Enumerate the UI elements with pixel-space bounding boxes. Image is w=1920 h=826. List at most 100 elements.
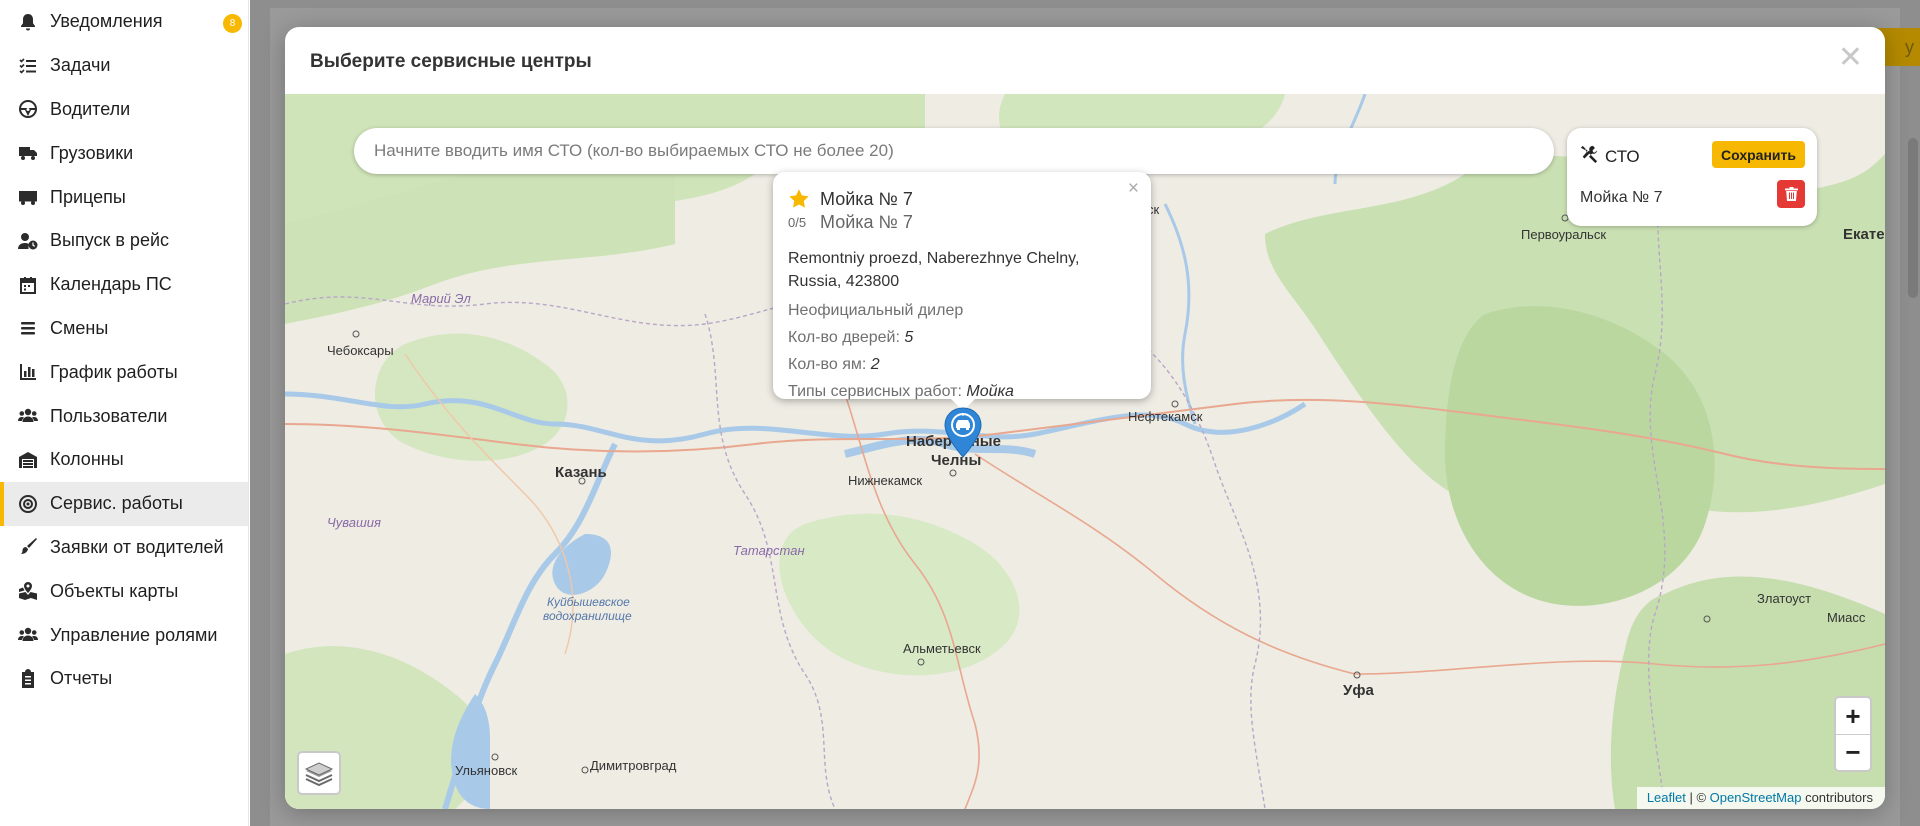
trailer-icon bbox=[16, 185, 40, 209]
map-label-city: Екатер bbox=[1843, 226, 1885, 243]
map-label-region: Татарстан bbox=[733, 543, 805, 558]
sto-panel-header: СТО bbox=[1580, 145, 1640, 168]
chart-icon bbox=[16, 360, 40, 384]
attribution-separator: | © bbox=[1685, 790, 1710, 805]
map-label-region: Марий Эл bbox=[411, 291, 471, 306]
sto-search-bar bbox=[354, 128, 1554, 174]
popup-sto-name-secondary: Мойка № 7 bbox=[820, 212, 913, 232]
sto-map-marker-icon[interactable] bbox=[943, 407, 983, 459]
popup-pits-value: 2 bbox=[870, 356, 880, 373]
sidebar-item-calendar[interactable]: Календарь ПС bbox=[0, 263, 248, 307]
popup-sto-name: Мойка № 7 bbox=[820, 188, 913, 209]
zoom-out-button[interactable]: − bbox=[1836, 734, 1870, 770]
sidebar-item-notifications[interactable]: Уведомления 8 bbox=[0, 0, 248, 44]
map-label-water: водохранилище bbox=[543, 609, 632, 623]
steering-wheel-icon bbox=[16, 97, 40, 121]
popup-doors-label: Кол-во дверей: bbox=[788, 329, 900, 346]
sidebar-item-reports[interactable]: Отчеты bbox=[0, 657, 248, 701]
user-clock-icon bbox=[16, 229, 40, 253]
warehouse-icon bbox=[16, 448, 40, 472]
selected-sto-panel: СТО Сохранить Мойка № 7 bbox=[1567, 128, 1817, 226]
sidebar-item-label: Календарь ПС bbox=[50, 274, 172, 295]
save-button[interactable]: Сохранить bbox=[1712, 141, 1805, 168]
users-icon bbox=[16, 404, 40, 428]
map-label-city: Нефтекамск bbox=[1128, 409, 1203, 424]
sidebar-item-label: Отчеты bbox=[50, 668, 113, 689]
map-label-city: Чебоксары bbox=[327, 343, 394, 358]
sidebar-item-label: Заявки от водителей bbox=[50, 536, 224, 557]
zoom-control: + − bbox=[1834, 696, 1872, 772]
bell-icon bbox=[16, 10, 40, 34]
modal-close-button[interactable]: ✕ bbox=[1838, 43, 1863, 73]
sidebar-item-label: Объекты карты bbox=[50, 580, 179, 601]
zoom-in-button[interactable]: + bbox=[1836, 698, 1870, 734]
sidebar-item-trailers[interactable]: Прицепы bbox=[0, 175, 248, 219]
map-label-city: Димитровград bbox=[590, 758, 677, 773]
map-label-city: Нижнекамск bbox=[848, 473, 923, 488]
layers-icon bbox=[304, 762, 334, 787]
sidebar-item-columns[interactable]: Колонны bbox=[0, 438, 248, 482]
map-label-city: Уфа bbox=[1343, 682, 1374, 699]
popup-dealer: Неофициальный дилер bbox=[788, 302, 964, 319]
sidebar-item-label: Управление ролями bbox=[50, 624, 218, 645]
sidebar-item-driver-requests[interactable]: Заявки от водителей bbox=[0, 526, 248, 570]
popup-types-value: Мойка bbox=[966, 383, 1014, 400]
sidebar-item-service-works[interactable]: Сервис. работы bbox=[0, 481, 248, 526]
map-label-city: Ульяновск bbox=[455, 763, 518, 778]
modal-header: Выберите сервисные центры ✕ bbox=[285, 27, 1885, 94]
sidebar-item-schedule[interactable]: График работы bbox=[0, 350, 248, 394]
sidebar-item-label: Выпуск в рейс bbox=[50, 230, 170, 251]
map-label-city: Миасс bbox=[1827, 610, 1866, 625]
sidebar-item-label: Сервис. работы bbox=[50, 493, 183, 514]
sidebar-item-trucks[interactable]: Грузовики bbox=[0, 131, 248, 175]
selected-sto-item: Мойка № 7 bbox=[1580, 189, 1663, 206]
sidebar-item-label: Пользователи bbox=[50, 405, 168, 426]
popup-service-types: Типы сервисных работ: Мойка bbox=[788, 383, 1136, 401]
modal-title: Выберите сервисные центры bbox=[310, 51, 592, 72]
openstreetmap-link[interactable]: OpenStreetMap bbox=[1710, 790, 1802, 805]
sidebar-item-label: Уведомления bbox=[50, 11, 163, 32]
sidebar-item-label: Колонны bbox=[50, 449, 124, 470]
scrollbar bbox=[1908, 138, 1918, 298]
map-label-city: Казань bbox=[555, 464, 607, 481]
map-label-water: Куйбышевское bbox=[547, 595, 630, 609]
sidebar-item-label: Прицепы bbox=[50, 186, 126, 207]
brush-icon bbox=[16, 535, 40, 559]
trash-icon bbox=[1784, 187, 1798, 201]
users-cog-icon bbox=[16, 623, 40, 647]
sto-panel-title: СТО bbox=[1605, 146, 1640, 166]
list-icon bbox=[16, 316, 40, 340]
truck-icon bbox=[16, 141, 40, 165]
popup-address: Remontniy proezd, Naberezhnye Chelny, Ru… bbox=[788, 250, 1080, 290]
sidebar-item-label: Смены bbox=[50, 317, 109, 338]
map[interactable]: Чебоксары Казань Набережные Челны Нижнек… bbox=[285, 94, 1885, 809]
sto-search-input[interactable] bbox=[374, 141, 1534, 161]
popup-pits: Кол-во ям: 2 bbox=[788, 356, 1136, 374]
sidebar-item-departure[interactable]: Выпуск в рейс bbox=[0, 219, 248, 263]
map-label-city: Златоуст bbox=[1757, 591, 1812, 606]
tools-icon bbox=[1580, 145, 1605, 168]
sidebar-item-roles[interactable]: Управление ролями bbox=[0, 613, 248, 657]
popup-close-button[interactable]: × bbox=[1128, 178, 1139, 200]
sidebar-item-drivers[interactable]: Водители bbox=[0, 88, 248, 132]
popup-doors-value: 5 bbox=[904, 329, 914, 346]
select-service-centers-modal: Выберите сервисные центры ✕ Чебоксары Ка… bbox=[285, 27, 1885, 809]
calendar-icon bbox=[16, 273, 40, 297]
sidebar-item-label: Водители bbox=[50, 98, 131, 119]
sidebar-item-label: Грузовики bbox=[50, 142, 134, 163]
sidebar-item-users[interactable]: Пользователи bbox=[0, 394, 248, 438]
sidebar-item-map-objects[interactable]: Объекты карты bbox=[0, 569, 248, 613]
sidebar-item-shifts[interactable]: Смены bbox=[0, 307, 248, 351]
leaflet-link[interactable]: Leaflet bbox=[1647, 790, 1686, 805]
layers-control-button[interactable] bbox=[297, 751, 341, 795]
popup-types-label: Типы сервисных работ: bbox=[788, 383, 962, 400]
delete-sto-button[interactable] bbox=[1777, 180, 1805, 208]
sidebar-item-tasks[interactable]: Задачи bbox=[0, 44, 248, 88]
notification-badge: 8 bbox=[223, 14, 242, 33]
sidebar-item-label: Задачи bbox=[50, 55, 111, 76]
map-marked-icon bbox=[16, 579, 40, 603]
map-attribution: Leaflet | © OpenStreetMap contributors bbox=[1636, 787, 1885, 809]
star-icon[interactable] bbox=[788, 188, 810, 210]
tasks-icon bbox=[16, 54, 40, 78]
map-label-city: Альметьевск bbox=[903, 641, 981, 656]
